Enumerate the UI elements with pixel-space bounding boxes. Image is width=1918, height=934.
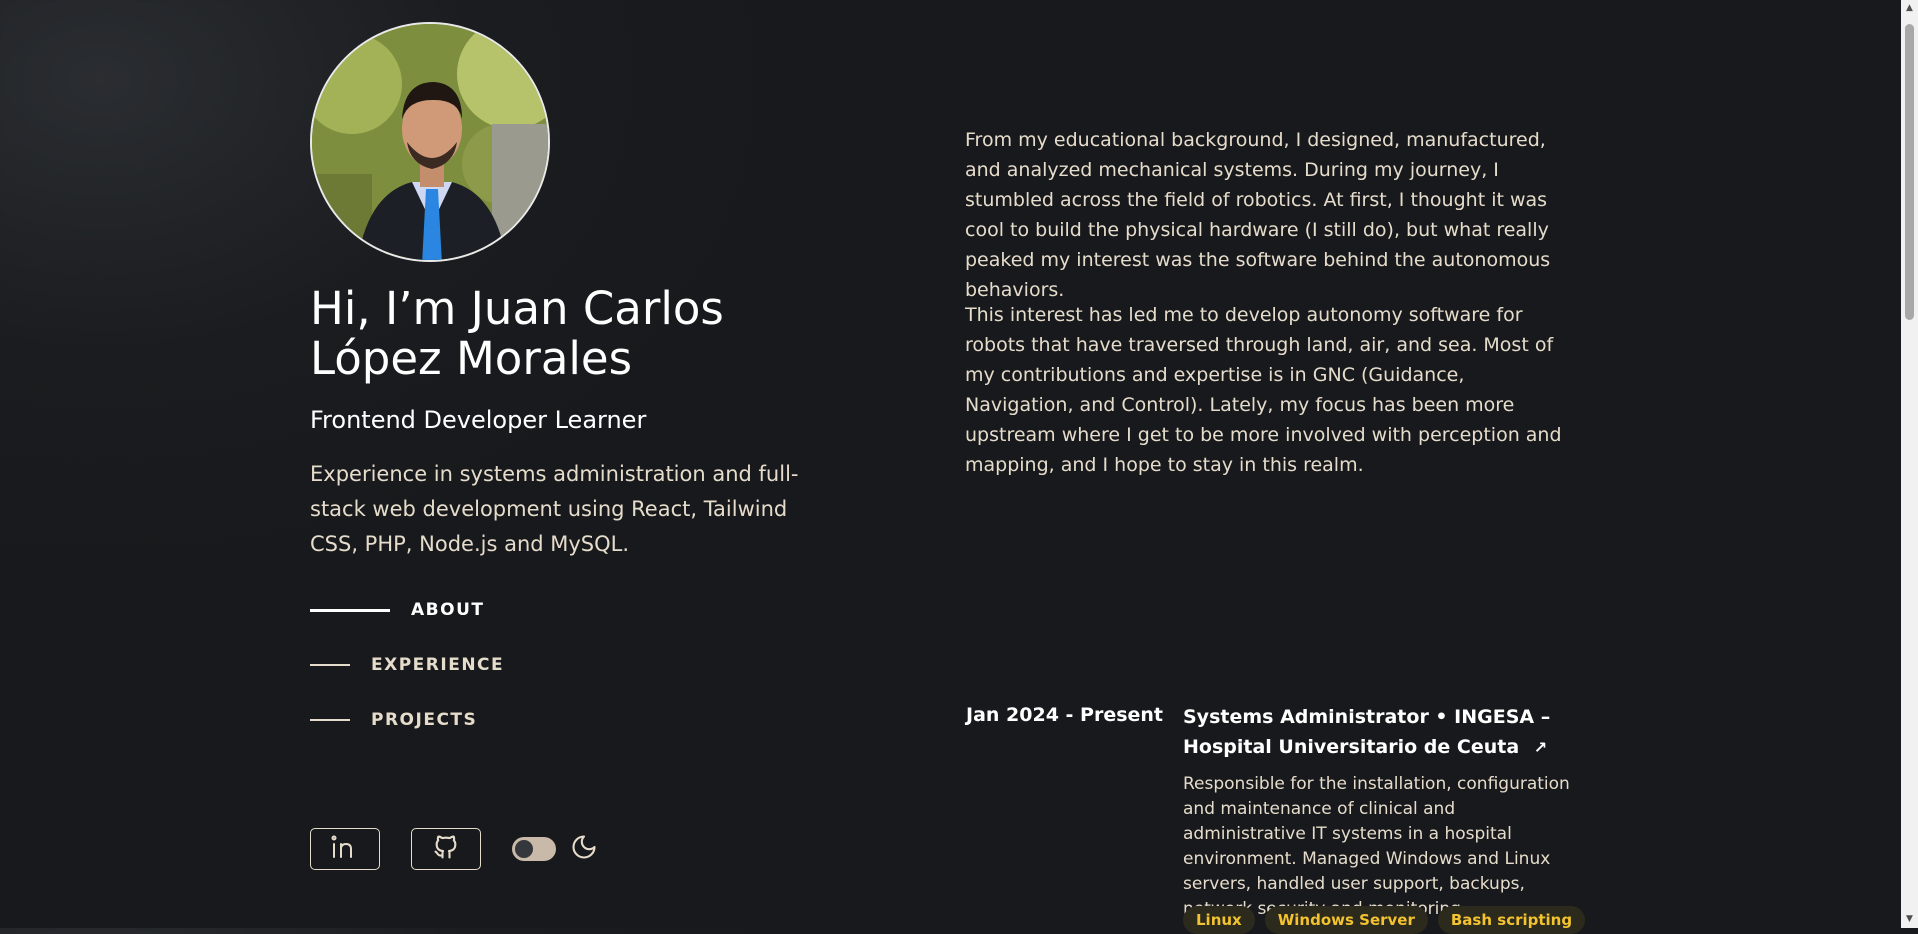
nav-label-experience: EXPERIENCE [371,655,505,675]
scroll-thumb[interactable] [1905,24,1914,320]
github-icon [432,833,460,865]
nav-indicator [310,719,350,721]
hero-name: Hi, I’m Juan Carlos López Morales [310,282,724,385]
linkedin-button[interactable] [310,828,380,870]
github-button[interactable] [411,828,481,870]
tag: Windows Server [1264,906,1428,934]
scroll-down-icon[interactable]: ▼ [1901,911,1918,928]
moon-icon[interactable] [570,833,598,865]
nav-indicator [310,664,350,666]
experience-description: Responsible for the installation, config… [1183,774,1570,919]
hero-intro: Experience in systems administration and… [310,462,799,556]
nav-label-about: ABOUT [411,600,485,620]
tag: Bash scripting [1437,906,1586,934]
nav-indicator [310,608,390,612]
linkedin-icon [330,834,360,864]
tag: Linux [1183,906,1255,934]
profile-photo [310,22,550,262]
arrow-up-right-icon: ↗ [1533,738,1548,757]
about-paragraph: From my educational background, I design… [965,129,1551,301]
hero-role: Frontend Developer Learner [310,406,647,434]
scrollbar[interactable]: ▲ ▼ [1901,0,1918,928]
toggle-knob [515,840,533,858]
experience-title-link[interactable]: Systems Administrator • INGESA – Hospita… [1183,702,1583,763]
experience-tags: Linux Windows Server Bash scripting [1183,906,1595,934]
experience-title: Systems Administrator • INGESA – Hospita… [1183,706,1551,758]
nav-label-projects: PROJECTS [371,710,478,730]
experience-date: Jan 2024 - Present [966,704,1164,726]
nav-item-about[interactable]: ABOUT [310,600,484,620]
nav-item-experience[interactable]: EXPERIENCE [310,655,504,675]
theme-toggle[interactable] [512,837,556,861]
social-links [310,828,598,870]
about-paragraph: This interest has led me to develop auto… [965,304,1562,476]
nav-item-projects[interactable]: PROJECTS [310,710,477,730]
scroll-up-icon[interactable]: ▲ [1901,0,1918,17]
